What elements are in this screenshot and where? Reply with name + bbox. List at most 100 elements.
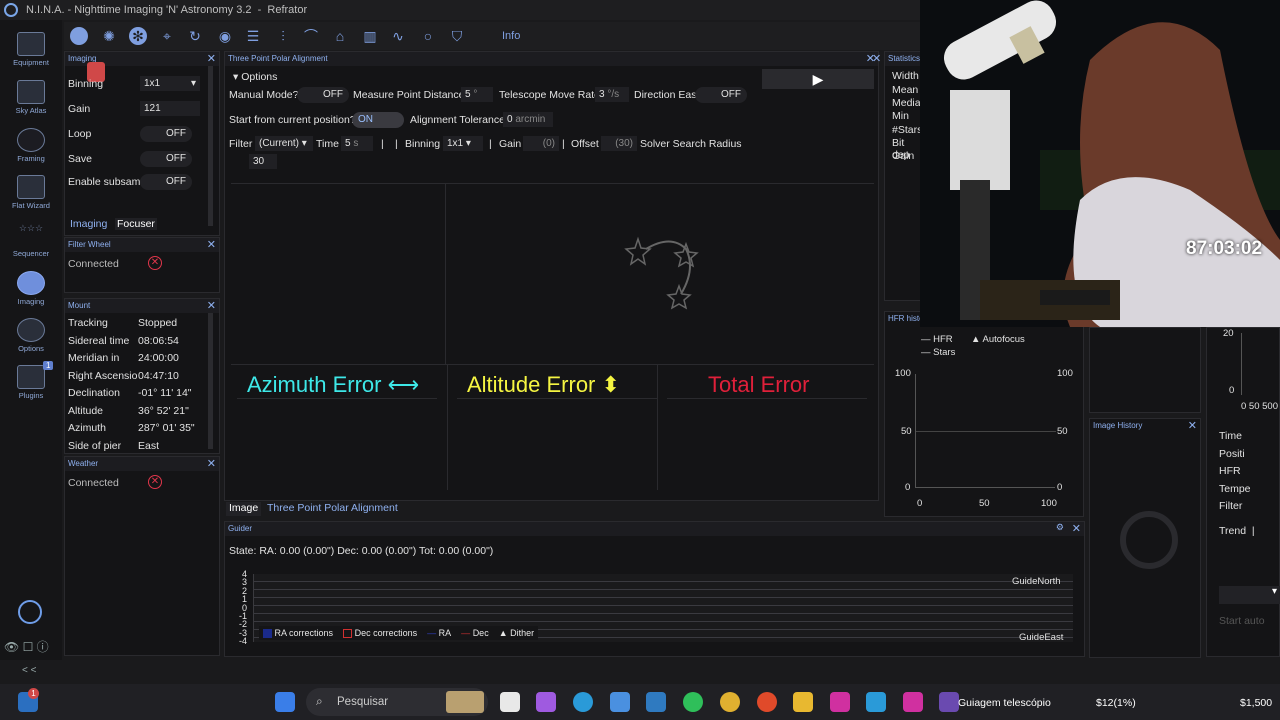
whatsapp-icon[interactable]	[683, 692, 703, 712]
nav-options[interactable]: Options	[0, 318, 62, 353]
ytick: 0	[1057, 482, 1063, 493]
explorer-icon[interactable]	[793, 692, 813, 712]
image-history-panel: Image History ✕	[1089, 418, 1201, 658]
camera-icon[interactable]	[70, 27, 88, 45]
close-icon[interactable]: ✕	[872, 52, 881, 65]
dome-icon[interactable]: ⌂	[331, 27, 349, 45]
copilot-icon[interactable]	[536, 692, 556, 712]
direction-toggle[interactable]: OFF	[695, 87, 747, 103]
close-icon[interactable]: ✕	[1072, 522, 1081, 535]
binning-select[interactable]: 1x1 ▾	[443, 136, 483, 151]
rate-input[interactable]: 3 °/s	[595, 87, 629, 102]
nav-imaging[interactable]: Imaging	[0, 271, 62, 306]
xtick: 100	[1041, 498, 1057, 509]
nav-framing[interactable]: Framing	[0, 128, 62, 163]
nav-sequencer[interactable]: ☆☆☆ Sequencer	[0, 223, 62, 258]
filterwheel-icon[interactable]: ✺	[100, 27, 118, 45]
scrollbar[interactable]	[208, 313, 213, 449]
offset-input[interactable]: (30)	[601, 136, 637, 151]
filter-select[interactable]: (Current) ▾	[255, 136, 313, 151]
task-view-icon[interactable]	[500, 692, 520, 712]
mpd-input[interactable]: 5 °	[461, 87, 493, 102]
play-button[interactable]: ▶	[762, 69, 874, 89]
settings-icon[interactable]: ⚙	[1056, 522, 1064, 533]
mount-row-v: Stopped	[138, 317, 178, 329]
close-icon[interactable]: ✕	[207, 52, 216, 65]
nav-plugins[interactable]: Plugins 1	[0, 361, 62, 400]
tab-imaging[interactable]: Imaging	[70, 218, 107, 230]
search-box[interactable]: ⌕ Pesquisar	[306, 688, 488, 716]
close-icon[interactable]: ✕	[207, 457, 216, 470]
nav-equipment[interactable]: Equipment	[0, 32, 62, 67]
target-icon[interactable]: ◉	[216, 27, 234, 45]
xtick: 50	[979, 498, 990, 509]
radius-input[interactable]: 30	[249, 154, 277, 169]
list-icon[interactable]: ☰	[244, 27, 262, 45]
legend-item: Dither	[510, 628, 535, 638]
scrollbar[interactable]	[208, 66, 213, 226]
shield-icon[interactable]: ⛉	[448, 27, 466, 45]
divider	[445, 184, 446, 364]
wave-icon[interactable]: ∿	[389, 27, 407, 45]
focuser-icon[interactable]: ✻	[129, 27, 147, 45]
bulb-icon[interactable]: ○	[419, 27, 437, 45]
start-toggle[interactable]: ON	[352, 112, 404, 128]
manual-label: Manual Mode?	[229, 89, 299, 101]
stat-label: Mean	[892, 84, 919, 96]
chart-icon[interactable]: ▥	[361, 27, 379, 45]
chrome-icon[interactable]	[720, 692, 740, 712]
close-icon[interactable]: ✕	[207, 238, 216, 251]
collapse-button[interactable]: < <	[22, 665, 36, 676]
options-expander[interactable]: ▾ Options	[233, 71, 277, 83]
dropdown[interactable]: ▾	[1219, 586, 1280, 604]
gain-input[interactable]: 121	[140, 101, 200, 116]
legend-item: RA	[438, 628, 452, 638]
rotator-icon[interactable]: ↻	[186, 27, 204, 45]
app-icon[interactable]	[866, 692, 886, 712]
info-tab[interactable]: Info	[502, 30, 520, 42]
ytick: -4	[238, 636, 247, 647]
subsample-toggle[interactable]: OFF	[140, 174, 192, 190]
app-icon[interactable]	[646, 692, 666, 712]
tolerance-input[interactable]: 0 arcmin	[503, 112, 553, 127]
manual-toggle[interactable]: OFF	[297, 87, 349, 103]
time-input[interactable]: 5 s	[341, 136, 373, 151]
mount-row-v: 04:47:10	[138, 370, 179, 382]
power-icon[interactable]	[18, 600, 42, 624]
nav-sky-atlas[interactable]: Sky Atlas	[0, 80, 62, 115]
app-icon[interactable]	[830, 692, 850, 712]
trend-label: Trend |	[1219, 525, 1255, 537]
app-icon[interactable]	[939, 692, 959, 712]
edge-icon[interactable]	[573, 692, 593, 712]
store-icon[interactable]	[610, 692, 630, 712]
mount-row-k: Right Ascensio	[68, 370, 138, 382]
history-clock-icon	[1120, 511, 1178, 569]
separator: |	[489, 138, 492, 150]
start-autofocus-button[interactable]: Start auto	[1219, 615, 1265, 627]
close-icon[interactable]: ✕	[207, 299, 216, 312]
hfr-legend-item: — Stars	[921, 347, 956, 358]
sliders-icon[interactable]: ⫶	[274, 27, 292, 45]
webcam-scene	[920, 0, 1280, 327]
nav-flat-wizard[interactable]: Flat Wizard	[0, 175, 62, 210]
save-toggle[interactable]: OFF	[140, 151, 192, 167]
panel-title: Statistics	[885, 52, 923, 66]
plugins-badge: 1	[43, 361, 54, 370]
loop-toggle[interactable]: OFF	[140, 126, 192, 142]
close-icon[interactable]: ✕	[1188, 419, 1197, 432]
gain-input[interactable]: (0)	[523, 136, 559, 151]
app-icon[interactable]	[903, 692, 923, 712]
tab-focuser[interactable]: Focuser	[115, 218, 157, 230]
opera-icon[interactable]	[757, 692, 777, 712]
crosshair-icon[interactable]: ⌖	[158, 27, 176, 45]
telescope-icon	[17, 32, 45, 56]
view-icons[interactable]: 👁 ☐ ⓘ	[4, 638, 49, 655]
windows-start-icon[interactable]	[275, 692, 295, 712]
side-navigation: Equipment Sky Atlas Framing Flat Wizard …	[0, 20, 62, 676]
stream-timer: 87:03:02	[1186, 238, 1263, 259]
binning-select[interactable]: 1x1 ▾	[140, 76, 200, 91]
arc-icon[interactable]: ⌒	[302, 27, 320, 45]
tab-tppa[interactable]: Three Point Polar Alignment	[267, 502, 398, 514]
divider	[237, 398, 437, 399]
tab-image[interactable]: Image	[226, 502, 262, 516]
